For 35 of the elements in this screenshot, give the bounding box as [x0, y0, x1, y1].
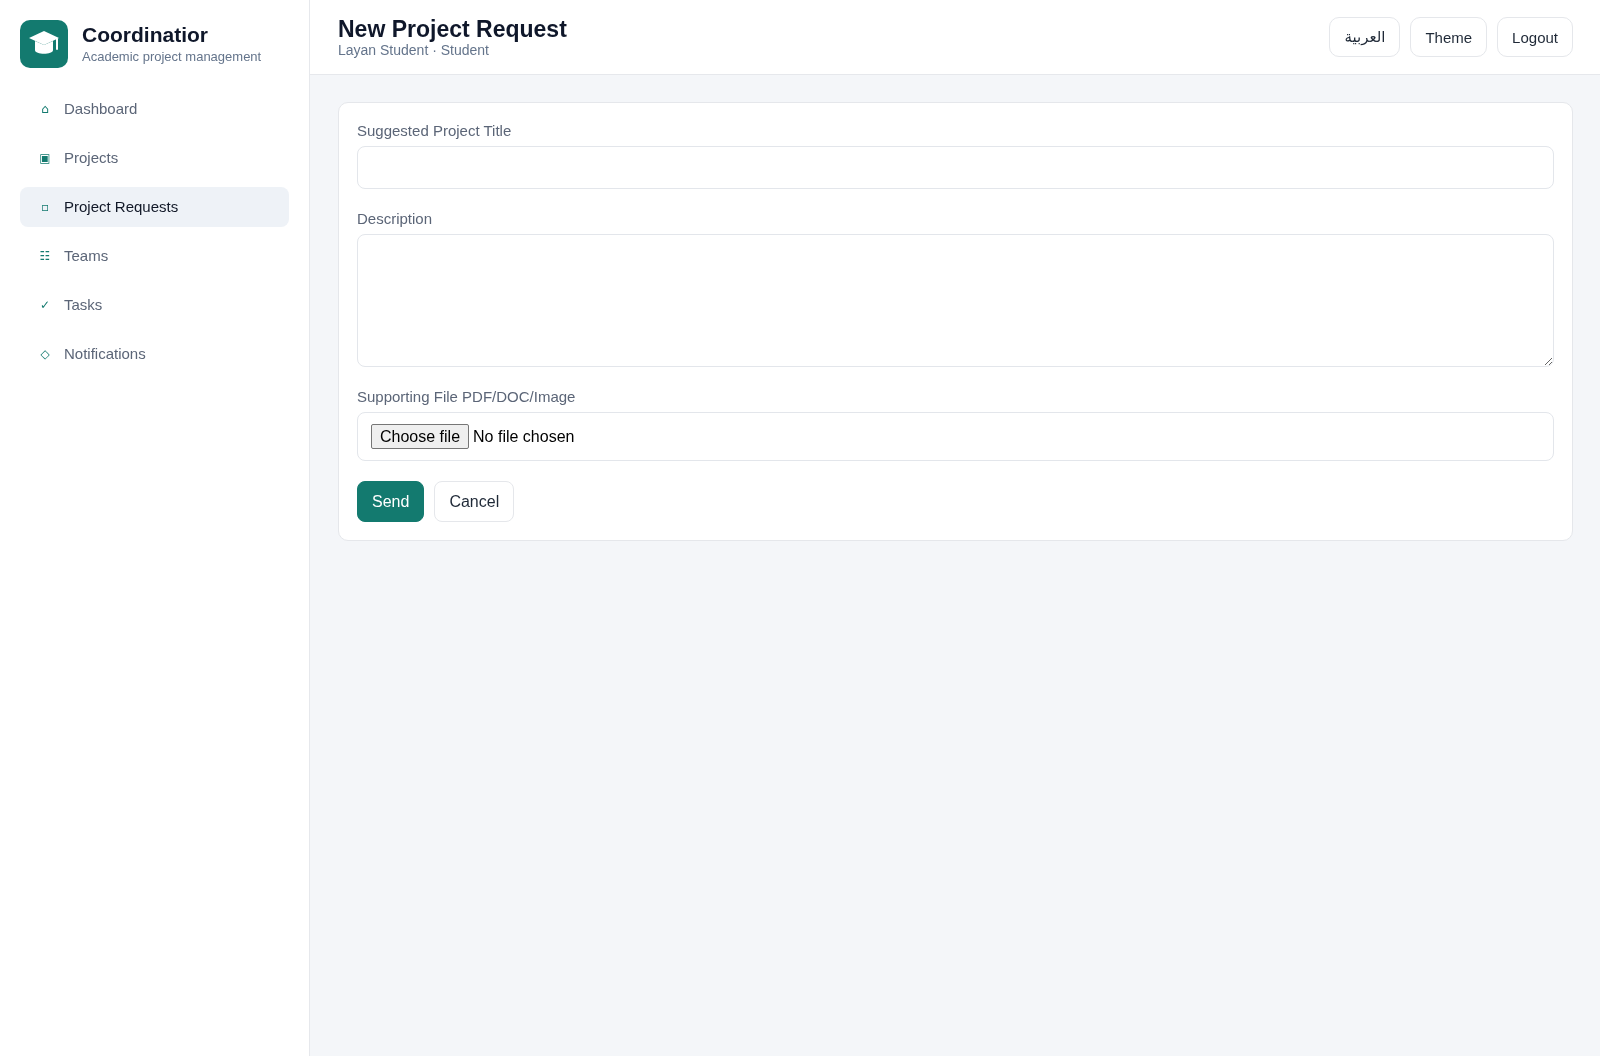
nav-label: Projects [64, 149, 119, 167]
page-title: New Project Request [338, 15, 567, 42]
nav-label: Teams [64, 247, 109, 265]
user-role-text: Layan Student · Student [338, 41, 489, 59]
nav-label: Project Requests [64, 198, 179, 216]
nav-icon: ✓ [38, 298, 52, 312]
nav-label: Tasks [64, 296, 103, 314]
graduation-cap-icon [20, 20, 68, 68]
nav-item[interactable]: ◇ Notifications [20, 334, 289, 374]
brand-title: Coordinatior [82, 23, 209, 47]
nav-icon: ⌂ [38, 102, 52, 116]
header-button[interactable]: العربية [1329, 17, 1401, 57]
cancel-button[interactable]: Cancel [434, 481, 515, 522]
nav-item[interactable]: ⌂ Dashboard [20, 89, 289, 129]
nav-item[interactable]: ☷ Teams [20, 236, 289, 276]
nav-icon: ▫ [38, 200, 52, 214]
nav-label: Notifications [64, 345, 146, 363]
field-label: Description [357, 209, 434, 229]
field-label: Suggested Project Title [357, 121, 513, 141]
nav-label: Dashboard [64, 100, 138, 118]
header-button[interactable]: Theme [1410, 17, 1488, 57]
nav-item[interactable]: ▣ Projects [20, 138, 289, 178]
nav-icon: ▣ [38, 151, 52, 165]
text-area-input[interactable] [357, 234, 1554, 367]
nav-icon: ☷ [38, 249, 52, 263]
nav-item[interactable]: ✓ Tasks [20, 285, 289, 325]
field-label: Supporting File PDF/DOC/Image [357, 387, 577, 407]
text-input[interactable] [357, 146, 1554, 189]
header-button[interactable]: Logout [1497, 17, 1573, 57]
nav-item[interactable]: ▫ Project Requests [20, 187, 289, 227]
file-status-text: No file chosen [473, 427, 575, 446]
nav-icon: ◇ [38, 347, 52, 361]
send-button[interactable]: Send [357, 481, 425, 522]
choose-file-button[interactable]: Choose file [371, 424, 470, 449]
brand-subtitle: Academic project management [82, 49, 262, 65]
